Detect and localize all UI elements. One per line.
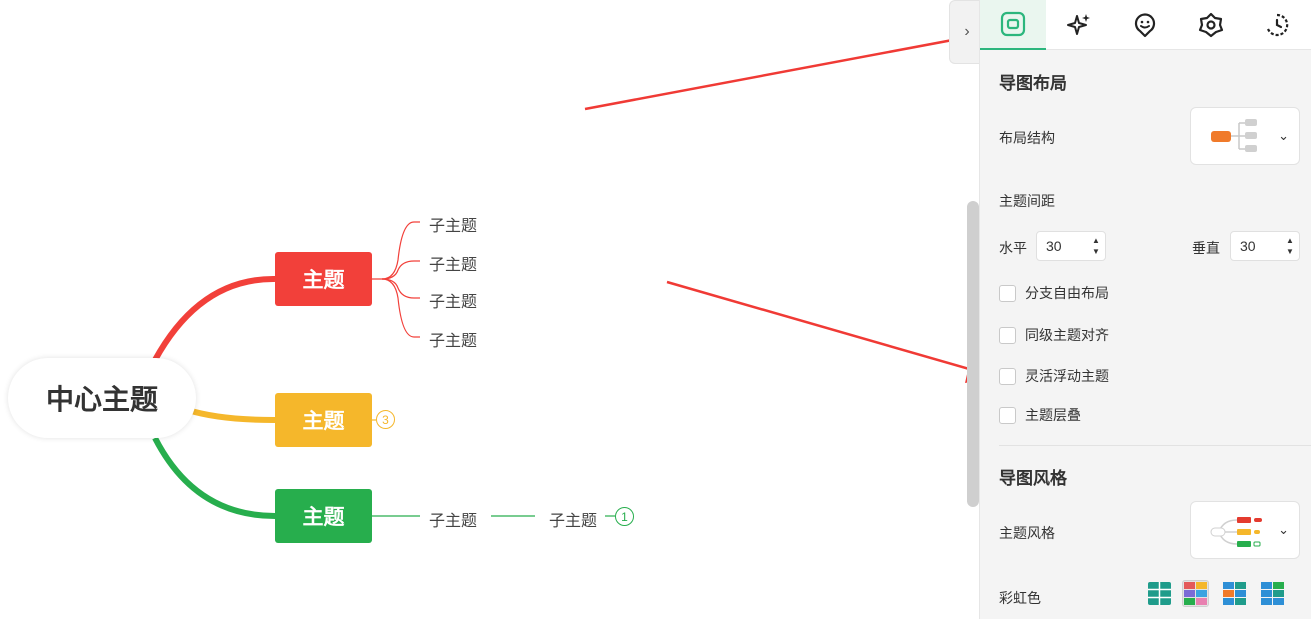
rainbow-option-1[interactable] [1146, 580, 1173, 607]
option-align-siblings[interactable]: 同级主题对齐 [999, 325, 1109, 345]
layout-structure-label: 布局结构 [999, 130, 1055, 146]
checkbox[interactable] [999, 406, 1016, 424]
vertical-spacing-value: 30 [1240, 238, 1256, 254]
layout-structure-select[interactable]: ⌄ [1190, 107, 1300, 165]
mindmap-connectors [152, 26, 979, 519]
chevron-right-icon: › [964, 23, 970, 40]
sub-line [381, 278, 420, 299]
checkbox-label: 分支自由布局 [1025, 285, 1109, 301]
palette-icon [1261, 582, 1284, 605]
topic-style-label: 主题风格 [999, 525, 1055, 541]
annotation-arrow [584, 33, 979, 111]
palette-icon [1184, 582, 1207, 605]
vertical-label: 垂直 [1192, 240, 1220, 256]
tab-emoji[interactable] [1112, 0, 1178, 50]
layout-preview-icon [1211, 119, 1257, 152]
subtopic-node[interactable]: 子主题 [429, 212, 477, 236]
spinner-icon[interactable]: ▲ ▼ [1285, 235, 1295, 257]
subtopic-node[interactable]: 子主题 [429, 288, 477, 312]
branch-line-red [152, 275, 276, 362]
branch-line-green [152, 436, 276, 519]
sub-line [381, 260, 420, 280]
rainbow-label: 彩虹色 [999, 590, 1041, 606]
badge-icon [1198, 12, 1224, 38]
rainbow-option-2[interactable] [1182, 580, 1209, 607]
checkbox-label: 同级主题对齐 [1025, 327, 1109, 343]
tab-badge[interactable] [1178, 0, 1244, 50]
spinner-icon[interactable]: ▲ ▼ [1091, 235, 1101, 257]
section-divider [999, 445, 1311, 446]
palette-icon [1223, 582, 1246, 605]
topic-node-red[interactable]: 主题 [275, 252, 372, 306]
central-topic[interactable]: 中心主题 [8, 358, 196, 438]
option-free-branch-layout[interactable]: 分支自由布局 [999, 283, 1109, 303]
annotation-arrow [666, 280, 979, 374]
collapsed-count-badge[interactable]: 1 [615, 507, 634, 526]
emoji-icon [1134, 13, 1156, 38]
section-title-layout: 导图布局 [999, 74, 1067, 93]
topic-style-select[interactable]: ⌄ [1190, 501, 1300, 559]
topic-node-yellow[interactable]: 主题 [275, 393, 372, 447]
subtopic-node[interactable]: 子主题 [549, 507, 597, 531]
subtopic-node[interactable]: 子主题 [429, 327, 477, 351]
sparkle-icon [1067, 14, 1090, 35]
vertical-spacing-input[interactable]: 30 ▲ ▼ [1230, 231, 1300, 261]
panel-tabbar [980, 0, 1311, 50]
format-panel: 导图布局 布局结构 ⌄ 主题间距 水平 30 ▲ ▼ 垂直 30 ▲ ▼ 分支自由布… [979, 0, 1311, 619]
horizontal-label: 水平 [999, 240, 1027, 256]
horizontal-spacing-input[interactable]: 30 ▲ ▼ [1036, 231, 1106, 261]
checkbox-label: 主题层叠 [1025, 407, 1081, 423]
layout-icon [1000, 11, 1026, 37]
topic-style-preview-icon [1210, 517, 1262, 547]
topic-node-green[interactable]: 主题 [275, 489, 372, 543]
option-topic-overlap[interactable]: 主题层叠 [999, 405, 1081, 425]
collapsed-count-badge[interactable]: 3 [376, 410, 395, 429]
vertical-scrollbar[interactable] [967, 201, 979, 507]
tab-layout[interactable] [980, 0, 1046, 50]
subtopic-node[interactable]: 子主题 [429, 251, 477, 275]
topic-spacing-label: 主题间距 [999, 193, 1055, 209]
option-flexible-floating[interactable]: 灵活浮动主题 [999, 366, 1109, 386]
branch-line-yellow [187, 407, 276, 423]
sub-line [372, 221, 420, 280]
palette-icon [1148, 582, 1171, 605]
chevron-down-icon: ⌄ [1278, 522, 1289, 537]
checkbox-label: 灵活浮动主题 [1025, 368, 1109, 384]
tab-ai[interactable] [1046, 0, 1112, 50]
checkbox[interactable] [999, 284, 1016, 302]
rainbow-option-3[interactable] [1221, 580, 1248, 607]
rainbow-option-4[interactable] [1259, 580, 1286, 607]
tab-history[interactable] [1244, 0, 1310, 50]
horizontal-spacing-value: 30 [1046, 238, 1062, 254]
section-title-style: 导图风格 [999, 469, 1067, 488]
checkbox[interactable] [999, 367, 1016, 385]
checkbox[interactable] [999, 326, 1016, 344]
sub-line [381, 278, 420, 338]
history-icon [1266, 13, 1289, 37]
chevron-down-icon: ⌄ [1278, 128, 1289, 143]
subtopic-node[interactable]: 子主题 [429, 507, 477, 531]
